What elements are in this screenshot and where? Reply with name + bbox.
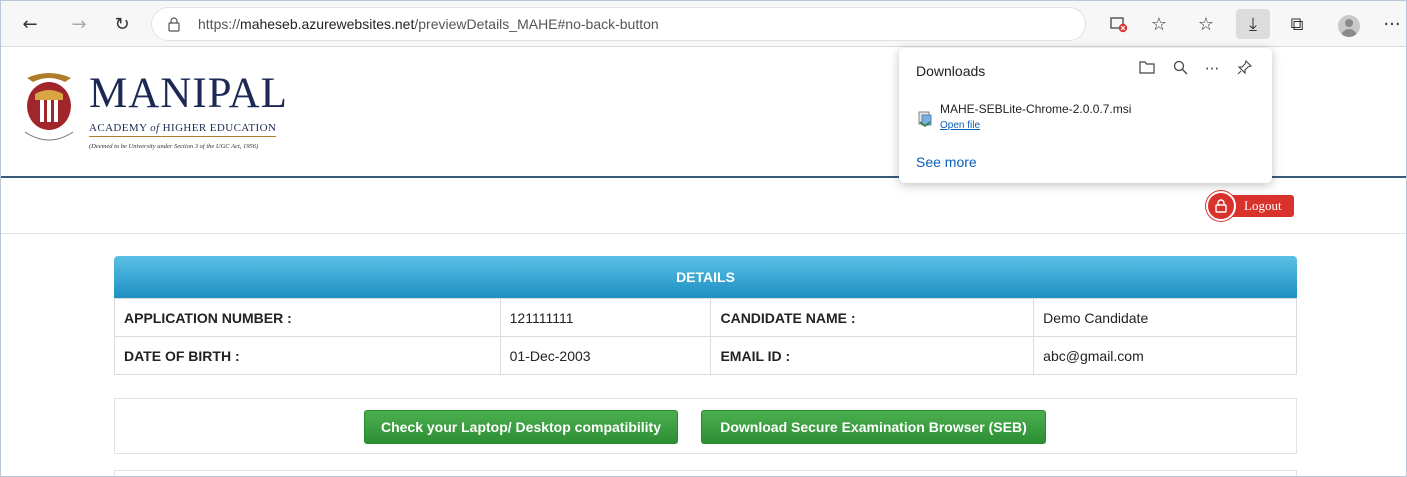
download-seb-button[interactable]: Download Secure Examination Browser (SEB… (701, 410, 1046, 444)
app-available-icon[interactable] (1106, 11, 1132, 37)
candidate-name-label: CANDIDATE NAME : (710, 298, 1035, 337)
installer-file-icon (918, 111, 932, 127)
table-row: DATE OF BIRTH : 01-Dec-2003 EMAIL ID : a… (114, 336, 1297, 375)
logout-button[interactable]: Logout (1206, 191, 1294, 221)
check-compatibility-button[interactable]: Check your Laptop/ Desktop compatibility (364, 410, 678, 444)
url-path: /previewDetails_MAHE#no-back-button (414, 16, 659, 32)
logo-subtitle: ACADEMY of HIGHER EDUCATION (89, 122, 277, 137)
browser-toolbar: ← → ↻ https://maheseb.azurewebsites.net/… (1, 1, 1406, 47)
table-row: APPLICATION NUMBER : 121111111 CANDIDATE… (114, 298, 1297, 337)
download-file-name[interactable]: MAHE-SEBLite-Chrome-2.0.0.7.msi (940, 102, 1131, 116)
downloads-icon[interactable]: ⤓ (1236, 9, 1270, 39)
forward-icon[interactable]: → (66, 11, 92, 37)
date-of-birth-value: 01-Dec-2003 (499, 336, 712, 375)
url-host: maheseb.azurewebsites.net (240, 16, 415, 32)
lock-circle-icon (1206, 191, 1236, 221)
action-box: Check your Laptop/ Desktop compatibility… (114, 398, 1297, 454)
logout-label: Logout (1228, 195, 1294, 217)
logout-row: Logout (1, 180, 1406, 234)
manipal-emblem-icon (24, 73, 74, 141)
downloads-panel: Downloads ··· MAHE-SEBLite-Chrome-2.0.0.… (899, 48, 1272, 183)
add-favorite-icon[interactable]: ☆ (1146, 11, 1172, 37)
details-table: APPLICATION NUMBER : 121111111 CANDIDATE… (114, 298, 1297, 375)
logo-subtitle-of: of (150, 122, 160, 134)
logo-subtitle-post: HIGHER EDUCATION (159, 122, 277, 134)
url-prefix: https:// (198, 16, 241, 32)
back-icon[interactable]: ← (17, 11, 43, 37)
url-text[interactable]: https://maheseb.azurewebsites.net/previe… (198, 16, 659, 32)
profile-avatar[interactable] (1338, 15, 1360, 37)
logo-title: MANIPAL (89, 70, 288, 117)
lower-panel (114, 470, 1297, 476)
search-icon[interactable] (1169, 60, 1191, 80)
email-id-label: EMAIL ID : (710, 336, 1035, 375)
logo-subtitle-pre: ACADEMY (89, 122, 151, 134)
see-more-link[interactable]: See more (916, 154, 977, 170)
favorites-icon[interactable]: ☆ (1193, 11, 1219, 37)
browser-window: ← → ↻ https://maheseb.azurewebsites.net/… (0, 0, 1407, 477)
more-menu-icon[interactable]: ··· (1379, 11, 1405, 37)
manipal-logo: MANIPAL ACADEMY of HIGHER EDUCATION (Dee… (19, 68, 309, 158)
email-id-value: abc@gmail.com (1033, 336, 1297, 375)
open-folder-icon[interactable] (1136, 60, 1158, 80)
lock-icon[interactable] (166, 16, 182, 32)
application-number-label: APPLICATION NUMBER : (114, 298, 501, 337)
candidate-name-value: Demo Candidate (1033, 298, 1297, 337)
address-bar[interactable]: https://maheseb.azurewebsites.net/previe… (151, 7, 1086, 41)
pin-icon[interactable] (1233, 59, 1255, 80)
reload-icon[interactable]: ↻ (109, 11, 135, 37)
open-file-link[interactable]: Open file (940, 120, 980, 131)
logo-note: (Deemed to be University under Section 3… (89, 143, 259, 150)
date-of-birth-label: DATE OF BIRTH : (114, 336, 501, 375)
more-options-icon[interactable]: ··· (1201, 60, 1223, 80)
details-heading: DETAILS (114, 256, 1297, 298)
collections-icon[interactable]: ⧉ (1284, 11, 1310, 37)
downloads-title: Downloads (916, 63, 986, 79)
application-number-value: 121111111 (499, 298, 712, 337)
details-panel: DETAILS APPLICATION NUMBER : 121111111 C… (114, 256, 1297, 375)
